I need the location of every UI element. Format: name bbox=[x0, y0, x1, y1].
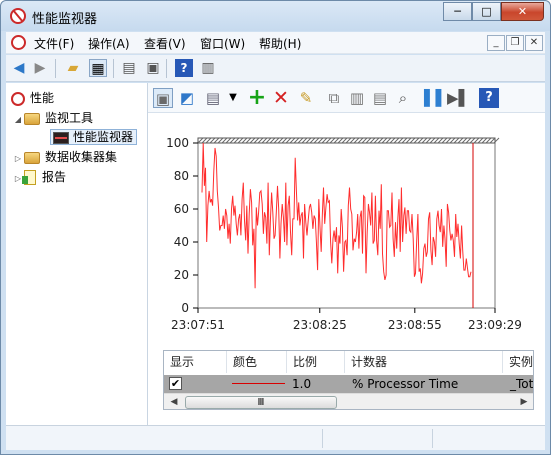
tree-performance-monitor[interactable]: 性能监视器 bbox=[50, 128, 138, 146]
title-bar: 性能监视器 ─ □ ✕ bbox=[1, 1, 550, 31]
paste-icon[interactable]: ▥ bbox=[347, 88, 367, 108]
tree-label: 性能 bbox=[30, 91, 55, 105]
tree-reports[interactable]: ▷ 报告 bbox=[12, 168, 66, 186]
scroll-right-icon[interactable]: ▶ bbox=[516, 395, 532, 409]
selected-node[interactable]: 性能监视器 bbox=[50, 129, 138, 145]
view-current-activity-icon[interactable]: ▣ bbox=[153, 88, 173, 108]
horizontal-scrollbar[interactable]: ◀ Ⅲ ▶ bbox=[164, 393, 533, 409]
freeze-icon[interactable]: ▌▌ bbox=[424, 88, 447, 108]
expand-arrow-icon[interactable]: ▷ bbox=[12, 150, 24, 168]
menu-file[interactable]: 文件(F) bbox=[34, 35, 74, 52]
highlight-icon[interactable]: ✎ bbox=[296, 88, 316, 108]
console-tree-pane: 性能 ◢ 监视工具 性能监视器 ▷ 数据收集器集 ▷ 报告 bbox=[6, 83, 148, 425]
child-minimize-button[interactable]: _ bbox=[487, 35, 505, 51]
forward-icon[interactable]: ▶ bbox=[31, 59, 49, 77]
show-hide-icon[interactable]: ▥ bbox=[199, 59, 217, 77]
counter-instance: _Tot bbox=[510, 377, 534, 391]
plot-area bbox=[197, 142, 496, 309]
graph-toolbar: ▣ ◩ ▤ ▼ + ✕ ✎ ⧉ ▥ ▤ ⌕ ▌▌ ▶▌ ? bbox=[148, 83, 545, 113]
performance-graph: 100 80 60 40 20 0 23:07:51 23:08:25 23:08:55 23:0… bbox=[148, 114, 545, 349]
main-toolbar: ◀ ▶ ▰ ▦ ▤ ▣ ? ▥ bbox=[6, 55, 545, 82]
monitor-icon bbox=[53, 131, 69, 144]
folder-icon bbox=[24, 112, 40, 125]
change-graph-icon[interactable]: ▤ bbox=[203, 88, 223, 108]
collapse-arrow-icon[interactable]: ◢ bbox=[12, 111, 24, 129]
show-counter-checkbox[interactable]: ✔ bbox=[169, 377, 182, 390]
performance-monitor-window: 性能监视器 ─ □ ✕ 文件(F) 操作(A) 查看(V) 窗口(W) 帮助(H… bbox=[0, 0, 551, 455]
tree-label: 数据收集器集 bbox=[45, 150, 118, 164]
report-icon bbox=[22, 170, 36, 185]
y-tick-label: 20 bbox=[174, 268, 189, 282]
column-color[interactable]: 颜色 bbox=[227, 351, 287, 373]
scrollbar-thumb[interactable]: Ⅲ bbox=[185, 396, 337, 409]
tree-root-performance[interactable]: 性能 bbox=[11, 89, 54, 107]
processor-chart: 100 80 60 40 20 0 23:07:51 23:08:25 23:08:55 23:0… bbox=[166, 136, 522, 332]
menu-view[interactable]: 查看(V) bbox=[144, 35, 186, 52]
tree-monitoring-tools[interactable]: ◢ 监视工具 bbox=[12, 109, 93, 127]
column-scale[interactable]: 比例 bbox=[287, 351, 345, 373]
print-icon[interactable]: ▣ bbox=[144, 59, 162, 77]
y-tick-label: 0 bbox=[181, 301, 189, 315]
view-log-icon[interactable]: ◩ bbox=[177, 88, 197, 108]
tree-data-collector-sets[interactable]: ▷ 数据收集器集 bbox=[12, 148, 117, 166]
menu-window[interactable]: 窗口(W) bbox=[200, 35, 245, 52]
status-segment bbox=[6, 429, 323, 448]
update-icon[interactable]: ▶▌ bbox=[447, 88, 470, 108]
tree-label: 报告 bbox=[42, 170, 67, 184]
close-button[interactable]: ✕ bbox=[501, 2, 544, 21]
column-counter[interactable]: 计数器 bbox=[345, 351, 503, 373]
performance-monitor-pane: ▣ ◩ ▤ ▼ + ✕ ✎ ⧉ ▥ ▤ ⌕ ▌▌ ▶▌ ? 100 80 60 40 2… bbox=[148, 83, 545, 425]
folder-icon bbox=[24, 151, 40, 164]
y-tick-label: 100 bbox=[166, 136, 189, 150]
add-counter-icon[interactable]: + bbox=[247, 87, 267, 109]
minimize-button[interactable]: ─ bbox=[443, 2, 472, 21]
toolbar-separator bbox=[166, 59, 167, 78]
x-tick-label: 23:08:25 bbox=[293, 318, 347, 332]
toolbar-separator bbox=[113, 59, 114, 78]
graph-type-dropdown-icon[interactable]: ▼ bbox=[223, 88, 243, 108]
properties-icon[interactable]: ▤ bbox=[370, 88, 390, 108]
help-icon[interactable]: ? bbox=[175, 59, 193, 77]
console-tree-icon[interactable]: ▦ bbox=[89, 59, 107, 77]
toolbar-separator bbox=[55, 59, 56, 78]
performance-node-icon bbox=[11, 91, 25, 106]
up-folder-icon[interactable]: ▰ bbox=[64, 59, 82, 77]
help-icon[interactable]: ? bbox=[479, 88, 499, 108]
performance-app-icon bbox=[10, 8, 26, 24]
tree-label: 性能监视器 bbox=[73, 130, 134, 144]
child-restore-button[interactable]: ❐ bbox=[506, 35, 524, 51]
x-tick-label: 23:09:29 bbox=[468, 318, 522, 332]
scroll-left-icon[interactable]: ◀ bbox=[166, 395, 182, 409]
status-bar bbox=[6, 425, 545, 450]
tree-label: 监视工具 bbox=[45, 111, 94, 125]
x-tick-label: 23:08:55 bbox=[388, 318, 442, 332]
window-title: 性能监视器 bbox=[32, 12, 98, 27]
menu-bar: 文件(F) 操作(A) 查看(V) 窗口(W) 帮助(H) _ ❐ ✕ bbox=[6, 32, 545, 54]
counter-row[interactable]: ✔ 1.0 % Processor Time _Tot bbox=[164, 375, 534, 393]
y-tick-label: 60 bbox=[174, 202, 189, 216]
counter-scale: 1.0 bbox=[292, 377, 312, 391]
menu-action[interactable]: 操作(A) bbox=[88, 35, 130, 52]
counter-color-swatch bbox=[232, 383, 285, 384]
status-segment bbox=[433, 429, 543, 448]
y-tick-label: 80 bbox=[174, 169, 189, 183]
zoom-icon[interactable]: ⌕ bbox=[393, 88, 413, 108]
counter-list: 显示 颜色 比例 计数器 实例 ✔ 1.0 % Processor Time _… bbox=[163, 350, 534, 410]
copy-icon[interactable]: ⧉ bbox=[324, 88, 344, 108]
maximize-button[interactable]: □ bbox=[472, 2, 501, 21]
child-close-button[interactable]: ✕ bbox=[525, 35, 543, 51]
counter-name: % Processor Time bbox=[352, 377, 459, 391]
status-segment bbox=[323, 429, 433, 448]
delete-counter-icon[interactable]: ✕ bbox=[271, 88, 291, 108]
export-icon[interactable]: ▤ bbox=[120, 59, 138, 77]
menu-help[interactable]: 帮助(H) bbox=[259, 35, 301, 52]
y-tick-label: 40 bbox=[174, 235, 189, 249]
x-tick-label: 23:07:51 bbox=[171, 318, 225, 332]
back-icon[interactable]: ◀ bbox=[10, 59, 28, 77]
column-instance[interactable]: 实例 bbox=[503, 351, 533, 373]
column-show[interactable]: 显示 bbox=[164, 351, 227, 373]
menu-app-icon[interactable] bbox=[11, 35, 26, 50]
